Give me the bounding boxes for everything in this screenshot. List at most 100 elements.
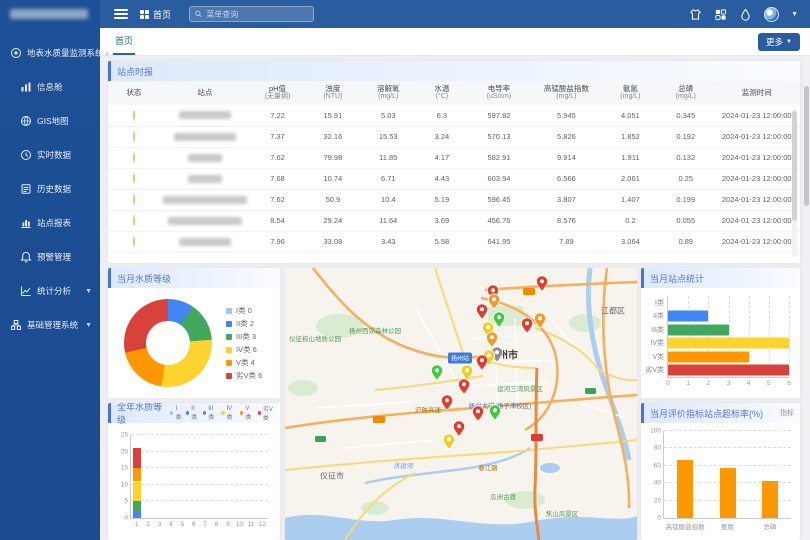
legend-item[interactable]: V类 4: [226, 356, 262, 369]
status-dot-normal: [133, 131, 135, 142]
station-pin-red[interactable]: [476, 354, 489, 371]
station-pin-red[interactable]: [476, 303, 489, 320]
sidebar-item-base-system[interactable]: 基础管理系统 ▼: [0, 308, 100, 342]
sidebar-item-history-data[interactable]: 历史数据: [0, 172, 100, 206]
station-report-icon: [20, 217, 32, 229]
cell-value: 0.25: [658, 168, 713, 189]
exceed-rate-card: 当月评价指标站点超标率(%) 指标 020406080100高锰酸盐指数氨氮总磷: [641, 403, 800, 540]
cell-value: 1.407: [603, 189, 658, 210]
cell-value: 5.826: [530, 126, 603, 147]
station-pin-red[interactable]: [536, 275, 549, 292]
station-pin-green[interactable]: [489, 404, 502, 421]
station-map[interactable]: 扬州市江都区仪征市扬州站扬州西郊森林公园仪征捺山地质公园运河三湾风景区扬州大学(…: [285, 268, 637, 540]
station-pin-yellow[interactable]: [443, 433, 456, 450]
layout-icon[interactable]: [714, 8, 727, 21]
station-pin-red[interactable]: [458, 378, 471, 395]
user-menu-chevron-down-icon[interactable]: ▼: [791, 11, 798, 18]
col-header: 状态: [108, 81, 160, 105]
cell-value: 597.82: [468, 105, 530, 126]
cell-value: 641.95: [468, 231, 530, 252]
sidebar-item-label: 统计分析: [37, 285, 71, 297]
cell-value: 4.43: [416, 168, 468, 189]
app-logo-redacted: [0, 0, 100, 28]
cell-value: 6.71: [361, 168, 416, 189]
cell-value: 0.192: [658, 126, 713, 147]
col-header: 浊度(NTU): [305, 81, 360, 105]
legend-item[interactable]: I类 0: [226, 304, 262, 317]
main-content: 站点时报 状态站点pH值(无量纲)浊度(NTU)溶解氧(mg/L)水温(°C)电…: [100, 56, 810, 540]
indicator-corner-label[interactable]: 指标: [780, 408, 794, 418]
sidebar-item-station-report[interactable]: 站点报表: [0, 206, 100, 240]
stacked-bar-segment: [133, 468, 141, 481]
cell-value: 5.945: [530, 105, 603, 126]
sidebar-item-warning-manage[interactable]: 预警管理: [0, 240, 100, 274]
sidebar-item-label: 基础管理系统: [27, 319, 78, 331]
legend-item[interactable]: 劣V类 6: [226, 369, 262, 382]
cell-value: 5.19: [416, 189, 468, 210]
search-icon: [195, 10, 202, 18]
legend-item[interactable]: IV类 6: [226, 343, 262, 356]
cell-value: 3.807: [530, 189, 603, 210]
legend-item[interactable]: III类: [203, 404, 217, 422]
tab-home[interactable]: 首页: [113, 28, 135, 55]
status-dot-normal: [133, 173, 135, 184]
menu-search[interactable]: [189, 6, 314, 22]
legend-item[interactable]: I类: [170, 404, 182, 422]
cell-value: 2024-01-23 12:00:00: [713, 126, 800, 147]
cell-value: 79.98: [305, 147, 360, 168]
breadcrumb[interactable]: 首页: [140, 8, 171, 21]
chevron-down-icon: ▼: [85, 288, 92, 295]
station-report-title: 站点时报: [108, 61, 800, 81]
search-input[interactable]: [206, 10, 308, 19]
sidebar-item-stats-analysis[interactable]: 统计分析 ▼: [0, 274, 100, 308]
sidebar-item-gis-map[interactable]: GIS地图: [0, 104, 100, 138]
legend-item[interactable]: V类: [240, 404, 253, 422]
cell-value: 11.64: [361, 210, 416, 231]
table-scrollbar[interactable]: [792, 109, 797, 257]
monthly-grade-title: 当月水质等级: [108, 268, 280, 288]
sidebar-item-label: 信息舱: [37, 81, 63, 93]
cell-value: 7.89: [530, 231, 603, 252]
sidebar-item-realtime-data[interactable]: 实时数据: [0, 138, 100, 172]
cell-value: 4.17: [416, 147, 468, 168]
legend-item[interactable]: 劣V类: [258, 404, 276, 422]
station-pin-green[interactable]: [431, 364, 444, 381]
station-pin-orange[interactable]: [488, 293, 501, 310]
cell-value: 3.064: [603, 231, 658, 252]
station-pin-red[interactable]: [441, 394, 454, 411]
gis-map-icon: [20, 115, 32, 127]
user-avatar[interactable]: [764, 7, 779, 22]
station-report-card: 站点时报 状态站点pH值(无量纲)浊度(NTU)溶解氧(mg/L)水温(°C)电…: [108, 61, 800, 263]
legend-item[interactable]: II类 2: [226, 317, 262, 330]
station-name-redacted: [179, 238, 231, 246]
page-scrollbar[interactable]: [803, 56, 810, 540]
station-name-redacted: [179, 111, 231, 119]
cell-value: 5.58: [416, 231, 468, 252]
table-row: 7.6810.746.714.43603.946.5662.0610.25202…: [108, 168, 800, 189]
legend-item[interactable]: II类: [186, 404, 199, 422]
cell-value: 29.24: [305, 210, 360, 231]
chevron-down-icon: ▼: [85, 322, 92, 329]
water-grade-donut-chart: [124, 299, 212, 387]
more-button[interactable]: 更多▼: [758, 33, 800, 51]
annual-grade-card: 全年水质等级 I类II类III类IV类V类劣V类 051015202512345…: [108, 403, 280, 540]
sidebar-item-label: 站点报表: [37, 217, 71, 229]
stat-bar: [668, 311, 708, 322]
theme-skin-icon[interactable]: [689, 8, 702, 21]
annual-grade-title: 全年水质等级 I类II类III类IV类V类劣V类: [108, 403, 280, 423]
table-row: 7.6279.9811.854.17582.919.9141.9110.1322…: [108, 147, 800, 168]
station-pin-red[interactable]: [472, 405, 485, 422]
legend-item[interactable]: III类 3: [226, 330, 262, 343]
annual-grade-chart: 0510152025123456789101112: [130, 435, 268, 519]
stacked-bar-segment: [133, 501, 141, 511]
water-drop-icon[interactable]: [739, 8, 752, 21]
legend-item[interactable]: IV类: [221, 404, 236, 422]
cell-value: 7.96: [250, 231, 305, 252]
menu-toggle-icon[interactable]: [114, 9, 128, 19]
col-header: pH值(无量纲): [250, 81, 305, 105]
station-pin-red[interactable]: [521, 317, 534, 334]
sidebar-item-info-hub[interactable]: 信息舱: [0, 70, 100, 104]
sidebar-item-monitor-system[interactable]: 地表水质量监测系统▲: [0, 36, 100, 70]
station-pin-orange[interactable]: [534, 312, 547, 329]
base-system-icon: [10, 319, 22, 331]
